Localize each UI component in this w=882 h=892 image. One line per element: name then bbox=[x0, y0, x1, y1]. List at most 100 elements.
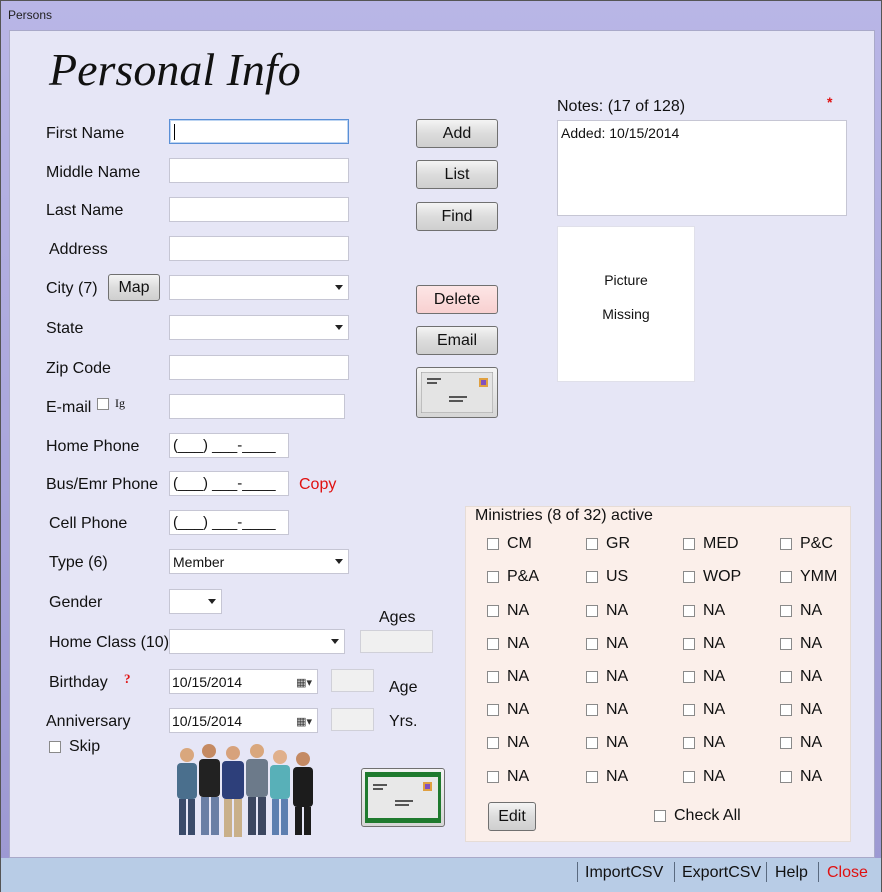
title-bar[interactable]: Persons bbox=[1, 1, 881, 29]
bus-phone-input[interactable]: (___) ___-____ bbox=[169, 471, 289, 496]
ages-field bbox=[360, 630, 433, 653]
map-button[interactable]: Map bbox=[108, 274, 160, 301]
email-input[interactable] bbox=[169, 394, 345, 419]
ministry-checkbox[interactable] bbox=[683, 605, 695, 617]
person-figure bbox=[199, 744, 220, 835]
ig-label: Ig bbox=[115, 396, 125, 410]
ministry-checkbox[interactable] bbox=[487, 704, 499, 716]
export-csv-link[interactable]: ExportCSV bbox=[682, 864, 761, 882]
notes-textarea[interactable]: Added: 10/15/2014 bbox=[557, 120, 847, 216]
birthday-label: Birthday bbox=[49, 674, 108, 691]
ministry-label: GR bbox=[606, 535, 630, 552]
delete-button[interactable]: Delete bbox=[416, 285, 498, 314]
ministry-label: US bbox=[606, 568, 629, 585]
ministry-checkbox[interactable] bbox=[586, 671, 598, 683]
first-name-input[interactable] bbox=[169, 119, 349, 144]
help-link[interactable]: Help bbox=[775, 864, 808, 882]
ministry-checkbox[interactable] bbox=[487, 538, 499, 550]
ig-checkbox[interactable] bbox=[97, 398, 109, 410]
ministry-label: NA bbox=[507, 701, 530, 718]
ministry-checkbox[interactable] bbox=[586, 737, 598, 749]
ministry-checkbox[interactable] bbox=[780, 571, 792, 583]
cell-phone-input[interactable]: (___) ___-____ bbox=[169, 510, 289, 535]
list-button[interactable]: List bbox=[416, 160, 498, 189]
ministry-checkbox[interactable] bbox=[780, 671, 792, 683]
person-figure bbox=[177, 748, 197, 835]
chevron-down-icon bbox=[335, 285, 343, 290]
gender-select[interactable] bbox=[169, 589, 222, 614]
zip-code-input[interactable] bbox=[169, 355, 349, 380]
birthday-help-icon[interactable]: ? bbox=[124, 671, 131, 687]
check-all-label: Check All bbox=[674, 807, 741, 824]
ministry-checkbox[interactable] bbox=[487, 737, 499, 749]
chevron-down-icon bbox=[331, 639, 339, 644]
status-separator bbox=[674, 862, 675, 882]
people-illustration bbox=[177, 744, 313, 837]
state-select[interactable] bbox=[169, 315, 349, 340]
ministry-checkbox[interactable] bbox=[487, 571, 499, 583]
ministry-label: YMM bbox=[800, 568, 838, 585]
import-csv-link[interactable]: ImportCSV bbox=[585, 864, 663, 882]
ministry-checkbox[interactable] bbox=[780, 704, 792, 716]
ministry-checkbox[interactable] bbox=[780, 771, 792, 783]
ministry-checkbox[interactable] bbox=[487, 638, 499, 650]
ministry-label: NA bbox=[800, 668, 823, 685]
anniversary-date-picker[interactable]: 10/15/2014 ▦▾ bbox=[169, 708, 318, 733]
email-label: E-mail bbox=[46, 399, 92, 416]
ministry-checkbox[interactable] bbox=[487, 771, 499, 783]
calendar-icon[interactable]: ▦▾ bbox=[296, 715, 312, 728]
home-phone-input[interactable]: (___) ___-____ bbox=[169, 433, 289, 458]
ministry-checkbox[interactable] bbox=[586, 605, 598, 617]
ministry-label: NA bbox=[800, 768, 823, 785]
chevron-down-icon bbox=[208, 599, 216, 604]
envelope-icon bbox=[420, 371, 494, 414]
window-title: Persons bbox=[8, 8, 53, 22]
add-button[interactable]: Add bbox=[416, 119, 498, 148]
ministry-checkbox[interactable] bbox=[683, 704, 695, 716]
copy-link[interactable]: Copy bbox=[299, 476, 336, 494]
skip-label: Skip bbox=[69, 738, 101, 755]
close-link[interactable]: Close bbox=[827, 864, 868, 882]
edit-ministries-button[interactable]: Edit bbox=[488, 802, 536, 831]
picture-missing-line1: Picture bbox=[604, 272, 648, 288]
anniversary-value: 10/15/2014 bbox=[172, 713, 243, 729]
picture-box[interactable]: Picture Missing bbox=[557, 226, 695, 382]
email-button[interactable]: Email bbox=[416, 326, 498, 355]
status-separator bbox=[766, 862, 767, 882]
person-figure bbox=[293, 752, 313, 835]
ministry-checkbox[interactable] bbox=[683, 771, 695, 783]
ministry-checkbox[interactable] bbox=[683, 538, 695, 550]
ministry-checkbox[interactable] bbox=[683, 737, 695, 749]
ministry-checkbox[interactable] bbox=[780, 605, 792, 617]
ministry-checkbox[interactable] bbox=[683, 571, 695, 583]
yrs-label: Yrs. bbox=[389, 713, 418, 730]
check-all-checkbox[interactable] bbox=[654, 810, 666, 822]
chevron-down-icon bbox=[335, 325, 343, 330]
ministry-checkbox[interactable] bbox=[586, 571, 598, 583]
ministry-checkbox[interactable] bbox=[780, 538, 792, 550]
home-class-select[interactable] bbox=[169, 629, 345, 654]
city-select[interactable] bbox=[169, 275, 349, 300]
find-button[interactable]: Find bbox=[416, 202, 498, 231]
status-bar: ImportCSV ExportCSV Help Close bbox=[1, 858, 881, 892]
ministry-checkbox[interactable] bbox=[487, 605, 499, 617]
ministry-checkbox[interactable] bbox=[586, 704, 598, 716]
type-select[interactable]: Member bbox=[169, 549, 349, 574]
ministry-checkbox[interactable] bbox=[487, 671, 499, 683]
ministry-checkbox[interactable] bbox=[586, 638, 598, 650]
last-name-input[interactable] bbox=[169, 197, 349, 222]
ministry-checkbox[interactable] bbox=[586, 538, 598, 550]
middle-name-input[interactable] bbox=[169, 158, 349, 183]
birthday-date-picker[interactable]: 10/15/2014 ▦▾ bbox=[169, 669, 318, 694]
calendar-icon[interactable]: ▦▾ bbox=[296, 676, 312, 689]
ministry-label: WOP bbox=[703, 568, 742, 585]
ministry-checkbox[interactable] bbox=[780, 638, 792, 650]
ministry-checkbox[interactable] bbox=[683, 671, 695, 683]
ministry-checkbox[interactable] bbox=[586, 771, 598, 783]
skip-checkbox[interactable] bbox=[49, 741, 61, 753]
card-template-button[interactable] bbox=[416, 367, 498, 418]
address-input[interactable] bbox=[169, 236, 349, 261]
ministry-checkbox[interactable] bbox=[780, 737, 792, 749]
ministry-checkbox[interactable] bbox=[683, 638, 695, 650]
card-button[interactable] bbox=[361, 768, 445, 827]
